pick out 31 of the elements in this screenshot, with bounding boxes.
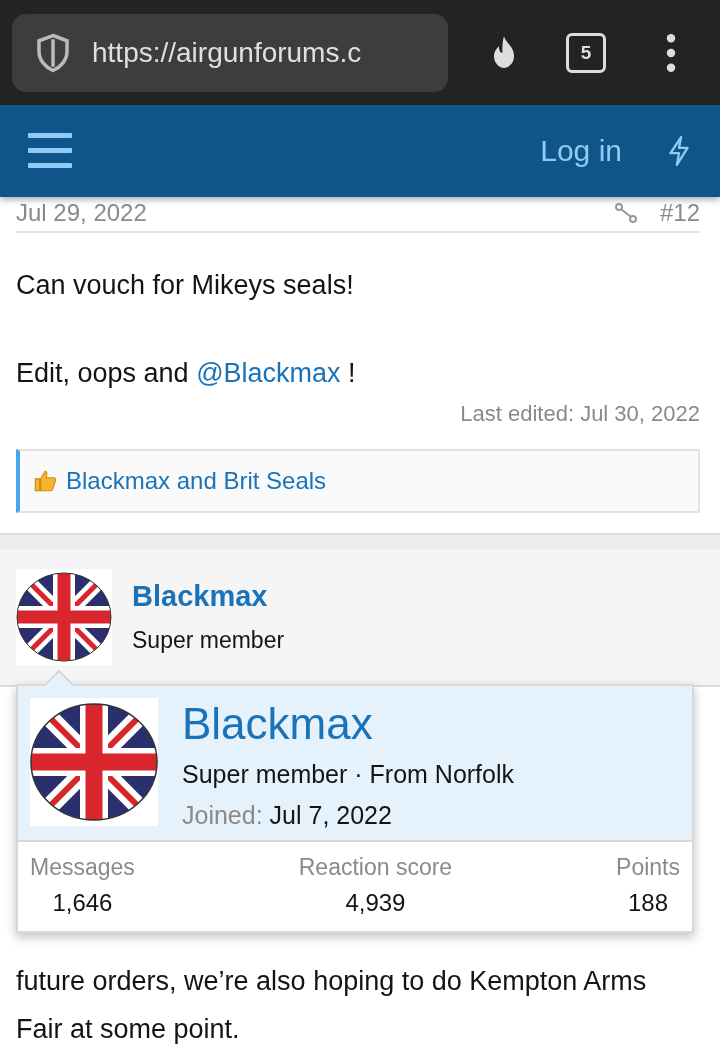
login-link[interactable]: Log in	[540, 134, 622, 168]
post-text: Can vouch for Mikeys seals!	[16, 269, 355, 302]
lightning-icon[interactable]	[666, 135, 692, 167]
post-number[interactable]: #12	[659, 199, 700, 227]
stat-label: Reaction score	[298, 854, 453, 881]
member-name-link[interactable]: Blackmax	[182, 696, 515, 752]
mention-link[interactable]: @Blackmax	[196, 358, 341, 388]
stat-value: 1,646	[52, 889, 113, 917]
reactions-link[interactable]: Blackmax and Brit Seals	[66, 467, 327, 495]
address-bar[interactable]: https://airgunforums.c	[12, 13, 448, 92]
menu-icon[interactable]	[28, 133, 72, 169]
user-title: Super member	[132, 627, 285, 654]
joined-label: Joined:	[182, 801, 263, 829]
stat-value: 4,939	[345, 889, 406, 917]
url-text: https://airgunforums.c	[92, 36, 362, 69]
stat-label: Points	[616, 854, 680, 881]
joined-date: Jul 7, 2022	[269, 801, 392, 829]
post-date[interactable]: Jul 29, 2022	[16, 199, 147, 227]
member-subtitle: Super member · From Norfolk	[182, 760, 515, 789]
username-link[interactable]: Blackmax	[132, 580, 285, 613]
stat-value: 188	[628, 889, 669, 917]
last-edited-text: Last edited: Jul 30, 2022	[459, 401, 700, 427]
more-icon[interactable]	[666, 33, 676, 72]
stat-label: Messages	[30, 854, 135, 881]
flag-avatar[interactable]	[16, 569, 112, 665]
thumbs-up-icon	[32, 468, 58, 494]
tab-count[interactable]: 5	[566, 32, 606, 73]
post-text: Edit, oops and @Blackmax !	[16, 357, 357, 390]
flag-avatar[interactable]	[30, 698, 158, 826]
post-text: future orders, we’re also hoping to do Kempton Arms Fair at some point.	[16, 965, 648, 1046]
share-icon[interactable]	[613, 201, 638, 225]
